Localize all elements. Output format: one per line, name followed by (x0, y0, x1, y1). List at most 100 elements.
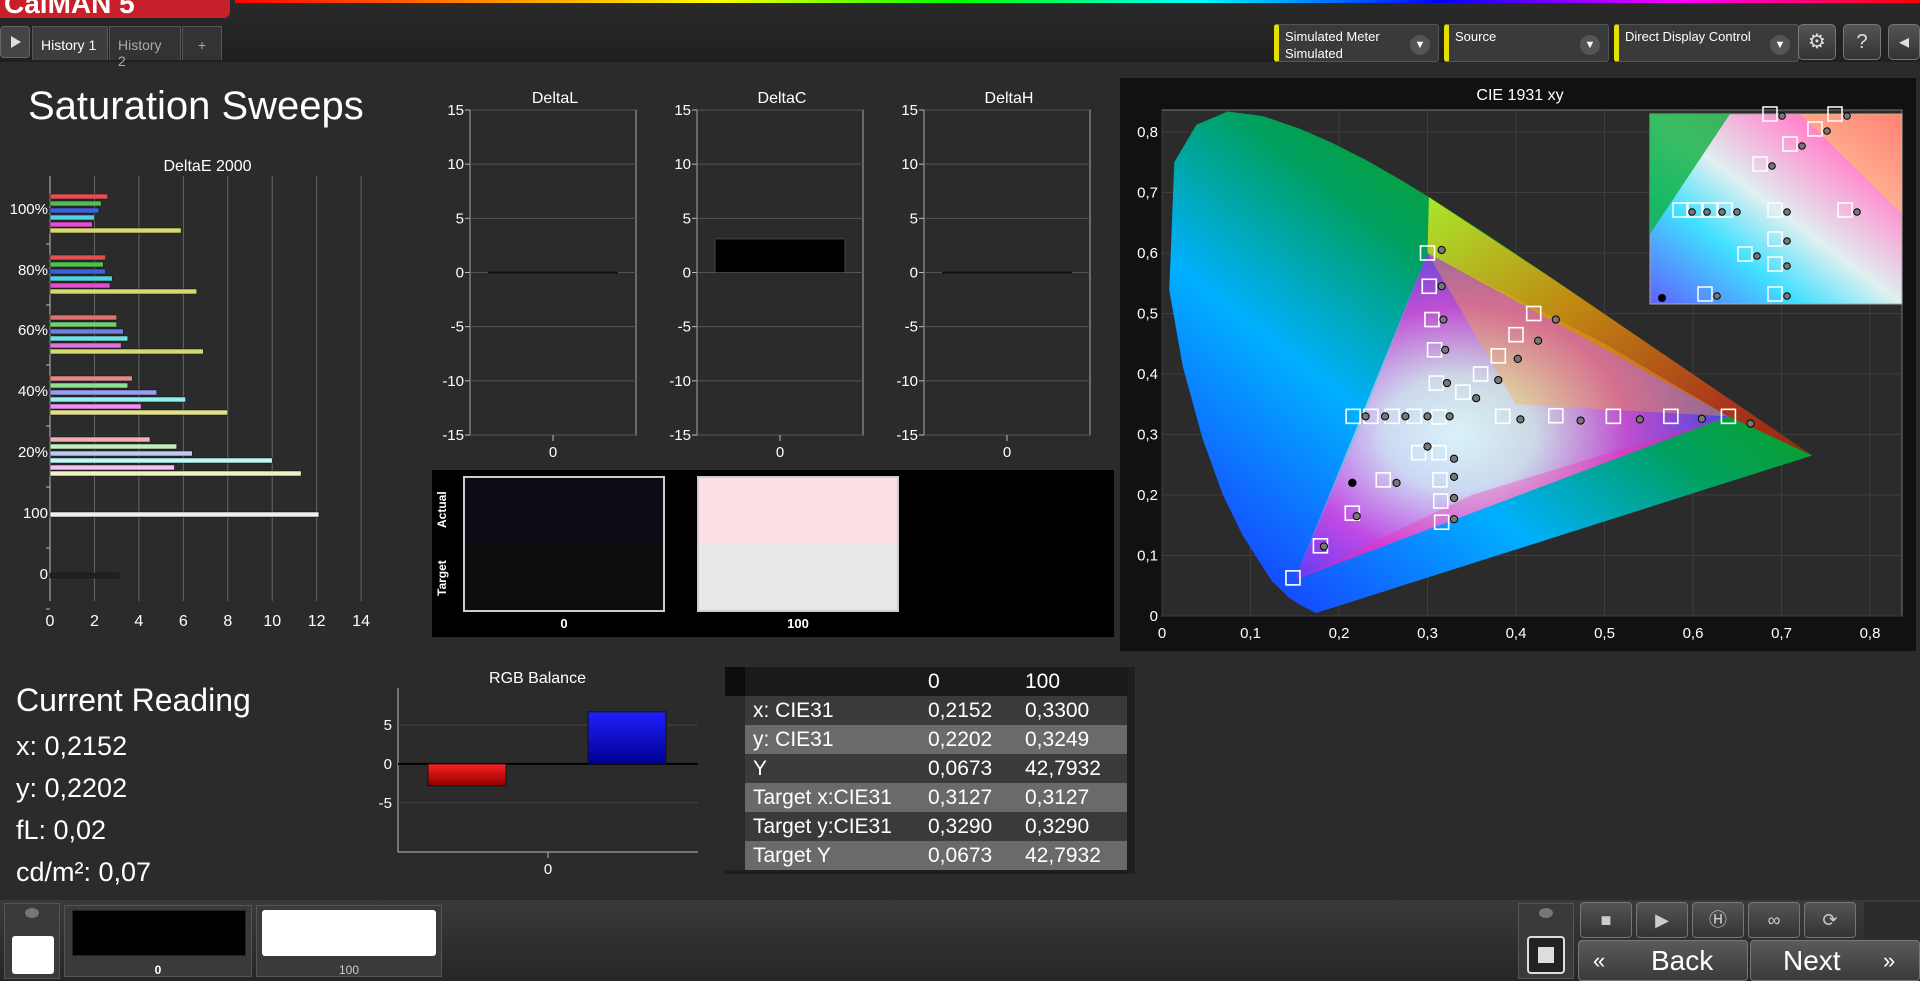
source-selector[interactable]: Source ▼ (1444, 24, 1609, 62)
cie-xtick: 0,5 (1594, 625, 1615, 642)
bottom-swatch-0-label: 0 (154, 963, 162, 977)
actual-label: Actual (435, 491, 449, 529)
next-button[interactable]: Next » (1750, 940, 1920, 981)
table-row[interactable]: y: CIE31 0,2202 0,3249 (725, 725, 1127, 754)
deltae-bar (49, 457, 273, 464)
delta-ytick-label: -15 (896, 427, 918, 444)
swatch-0[interactable] (463, 476, 665, 612)
reading-table-header-cell: 0 (920, 667, 1017, 696)
delta-ytick-label: -15 (442, 427, 464, 444)
swatch-0-label: 0 (560, 616, 568, 631)
cie-xtick: 0 (1158, 625, 1166, 642)
delta-xtick-label: 0 (549, 444, 557, 460)
deltae-group-label: 100% (10, 201, 48, 218)
deltae-bar (49, 214, 95, 221)
deltae-bar (49, 450, 193, 457)
cie-measured-point (1380, 412, 1390, 421)
stop-button[interactable]: ■ (1580, 902, 1632, 938)
cie-inset-measured (1783, 208, 1791, 216)
cie-measured-point (1494, 375, 1503, 385)
table-row[interactable]: Y 0,0673 42,7932 (725, 754, 1127, 783)
workflow-toggle-button[interactable] (0, 26, 30, 58)
swatch-100-target (699, 544, 897, 610)
delta-ytick-label: 5 (456, 210, 464, 227)
deltae-bar (49, 200, 102, 207)
cie-xtick: 0,6 (1683, 625, 1704, 642)
help-button[interactable]: ? (1843, 24, 1881, 60)
rgb-ytick: -5 (379, 795, 392, 812)
cie-measured-point (1437, 282, 1446, 291)
tab-history-1[interactable]: History 1 (32, 26, 108, 60)
play-button[interactable]: ▶ (1636, 902, 1688, 938)
swatch-0-actual (465, 478, 663, 544)
delta-ytick-label: 5 (910, 210, 918, 227)
gear-icon: ⚙ (1808, 31, 1826, 53)
table-row[interactable]: Target x:CIE31 0,3127 0,3127 (725, 783, 1127, 812)
delta-ytick-label: -5 (905, 319, 918, 336)
reading-x: x: 0,2152 (16, 731, 128, 761)
deltae-bar (49, 464, 175, 471)
table-row[interactable]: x: CIE31 0,2152 0,3300 (725, 696, 1127, 725)
delta-ytick-label: 5 (683, 210, 691, 227)
table-cell: 0,3127 (920, 783, 1017, 812)
deltae-group-label: 0 (40, 566, 48, 583)
current-reading-title: Current Reading (16, 682, 251, 718)
cie-xtick: 0,7 (1771, 625, 1792, 642)
app-logo[interactable]: CalMAN 5 (0, 0, 230, 18)
tab-history-2[interactable]: History 2 (109, 26, 181, 69)
swatch-panel: Actual Target 0 100 (432, 470, 1114, 637)
chevron-right-icon: » (1883, 948, 1896, 973)
collapse-button[interactable]: ◂ (1888, 24, 1920, 60)
deltae-bar (49, 470, 302, 477)
cie-measured-point (1635, 415, 1645, 424)
stop-panel[interactable] (1518, 903, 1574, 979)
table-row[interactable]: Target y:CIE31 0,3290 0,3290 (725, 812, 1127, 841)
deltae-bar (49, 268, 106, 275)
loop-button[interactable]: ∞ (1748, 902, 1800, 938)
deltae-bar (49, 221, 93, 228)
reading-fl: fL: 0,02 (16, 815, 107, 845)
tab-add[interactable]: + (182, 26, 222, 60)
table-cell: Y (725, 754, 920, 783)
rgb-bar-red (427, 763, 507, 787)
settings-button[interactable]: ⚙ (1798, 24, 1836, 60)
swatch-100[interactable] (697, 476, 899, 612)
table-cell: x: CIE31 (725, 696, 920, 725)
cie-chart: 0 0,1 0,2 0,3 0,4 0,5 0,6 0,7 0,8 0 0,1 0,2 0,3 0,4 0,… (1137, 106, 1903, 642)
cie-inset-measured (1798, 142, 1806, 150)
table-cell: y: CIE31 (725, 725, 920, 754)
deltae-bar (49, 403, 142, 410)
reading-table-header-cell: 100 (1017, 667, 1127, 696)
swatch-strip-toggle[interactable] (4, 903, 60, 979)
cie-ytick: 0,1 (1137, 548, 1158, 565)
refresh-button[interactable]: ⟳ (1804, 902, 1856, 938)
display-control-selector[interactable]: Direct Display Control ▼ (1614, 24, 1799, 62)
cie-inset-measured (1768, 162, 1776, 170)
back-button[interactable]: « Back (1578, 940, 1748, 981)
cie-inset-measured (1783, 292, 1791, 300)
page-title: Saturation Sweeps (28, 84, 364, 128)
cie-measured-point (1697, 414, 1706, 423)
deltae-xtick: 12 (308, 613, 326, 630)
delta-ytick-label: -5 (451, 319, 464, 336)
stop-square-icon (1527, 936, 1565, 974)
loop-icon: ∞ (1767, 910, 1781, 930)
cie-measured-point (1442, 378, 1452, 388)
delta-ytick-label: 10 (674, 156, 691, 173)
cie-measured-point (1449, 493, 1459, 503)
chevron-down-icon: ▼ (1770, 35, 1790, 55)
delta-ytick-label: 10 (901, 156, 918, 173)
bottom-swatch-100[interactable]: 100 (256, 905, 442, 977)
meter-selector[interactable]: Simulated Meter Simulated ▼ (1274, 24, 1439, 62)
table-cell: 0,3127 (1017, 783, 1127, 812)
deltae-bar (49, 443, 177, 450)
bottom-swatch-0[interactable]: 0 (64, 905, 252, 977)
hold-button[interactable]: Ⓗ (1692, 902, 1744, 938)
table-row[interactable]: Target Y 0,0673 42,7932 (725, 841, 1127, 870)
chevron-left-icon: « (1593, 948, 1606, 973)
reading-y: y: 0,2202 (16, 773, 128, 803)
cie-xtick: 0,8 (1860, 625, 1881, 642)
cie-inset-measured (1778, 112, 1786, 120)
cie-measured-point (1449, 515, 1459, 524)
deltae-bar (49, 375, 133, 382)
